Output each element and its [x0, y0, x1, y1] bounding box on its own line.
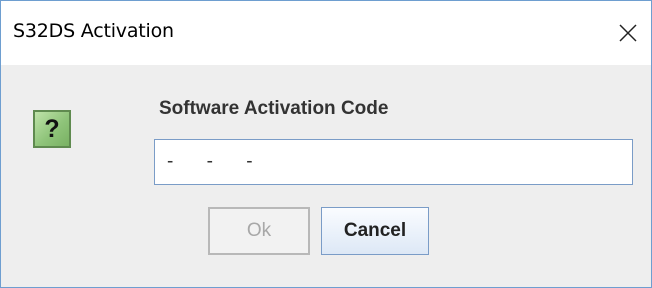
close-button[interactable] [605, 1, 651, 65]
activation-dialog-window: S32DS Activation ? Software Activation C… [0, 0, 652, 288]
activation-code-input[interactable] [154, 139, 633, 185]
ok-button[interactable]: Ok [208, 207, 310, 255]
question-icon: ? [33, 110, 71, 148]
dialog-content: ? Software Activation Code Ok Cancel [1, 65, 651, 287]
question-glyph: ? [44, 114, 60, 143]
activation-code-label: Software Activation Code [159, 98, 389, 119]
title-bar[interactable]: S32DS Activation [1, 1, 651, 65]
cancel-button[interactable]: Cancel [321, 207, 429, 255]
close-icon [619, 24, 637, 42]
window-title: S32DS Activation [13, 20, 174, 42]
